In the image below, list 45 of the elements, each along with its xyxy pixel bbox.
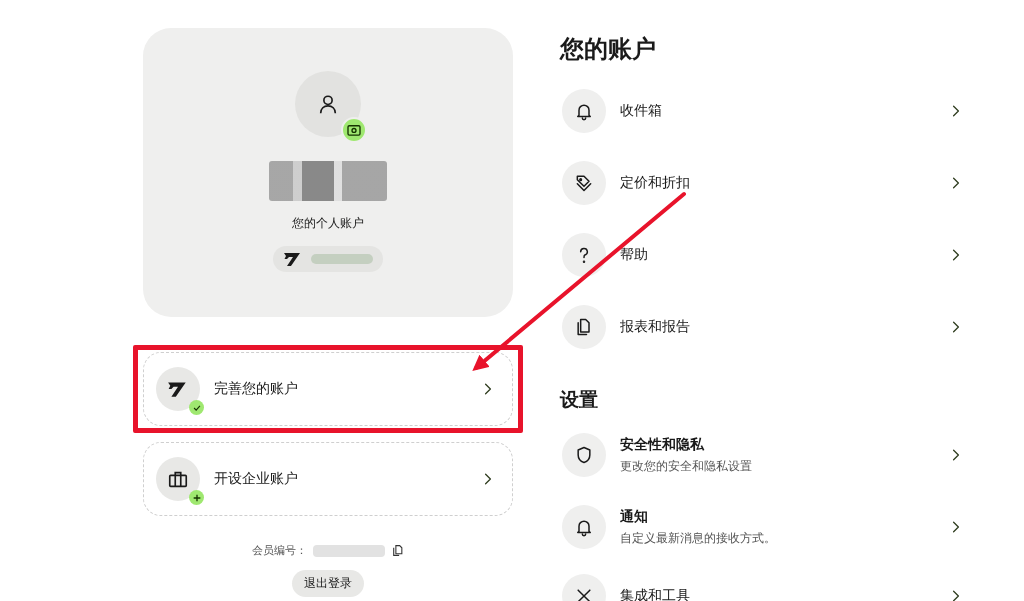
menu-item[interactable]: 安全性和隐私 更改您的安全和隐私设置 [560,419,960,491]
section-title: 您的账户 [560,34,657,65]
chevron-icon [952,105,960,117]
action-label: 完善您的账户 [214,380,299,398]
bell-icon [562,505,606,549]
item-label: 通知 [620,507,649,526]
menu-item[interactable]: 定价和折扣 [560,147,960,219]
item-description: 自定义最新消息的接收方式。 [620,529,777,547]
question-icon [562,233,606,277]
menu-item[interactable]: 收件箱 [560,75,960,147]
person-icon [317,93,339,115]
chevron-icon [952,521,960,533]
chevron-icon [952,177,960,189]
logo-icon [283,251,303,267]
copy-icon[interactable] [391,544,404,557]
item-label: 安全性和隐私 [620,435,706,454]
documents-icon [562,305,606,349]
account-tag[interactable] [273,246,383,272]
chevron-icon [484,473,492,485]
chevron-icon [952,249,960,261]
item-label: 报表和报告 [620,318,691,336]
chevron-icon [484,383,492,395]
chevron-icon [952,449,960,461]
menu-item[interactable]: 帮助 [560,219,960,291]
camera-icon[interactable] [341,117,367,143]
redacted-tag [311,254,373,264]
chevron-icon [952,321,960,333]
redacted-number [313,544,385,557]
action-row[interactable]: 开设企业账户 [143,442,513,516]
item-label: 帮助 [620,246,649,264]
bell-icon [562,89,606,133]
menu-item[interactable]: 报表和报告 [560,291,960,363]
item-label: 定价和折扣 [620,174,691,192]
action-row[interactable]: 完善您的账户 [143,352,513,426]
tag-icon [562,161,606,205]
account-type-label: 您的个人账户 [292,215,364,232]
menu-item[interactable]: 通知 自定义最新消息的接收方式。 [560,491,960,563]
section-title: 设置 [560,387,599,412]
item-description: 更改您的安全和隐私设置 [620,457,753,475]
item-label: 收件箱 [620,102,663,120]
member-number-label: 会员编号： [252,543,307,558]
action-label: 开设企业账户 [214,470,299,488]
logout-button[interactable]: 退出登录 [292,570,364,597]
chevron-icon [952,590,960,601]
shield-icon [562,433,606,477]
